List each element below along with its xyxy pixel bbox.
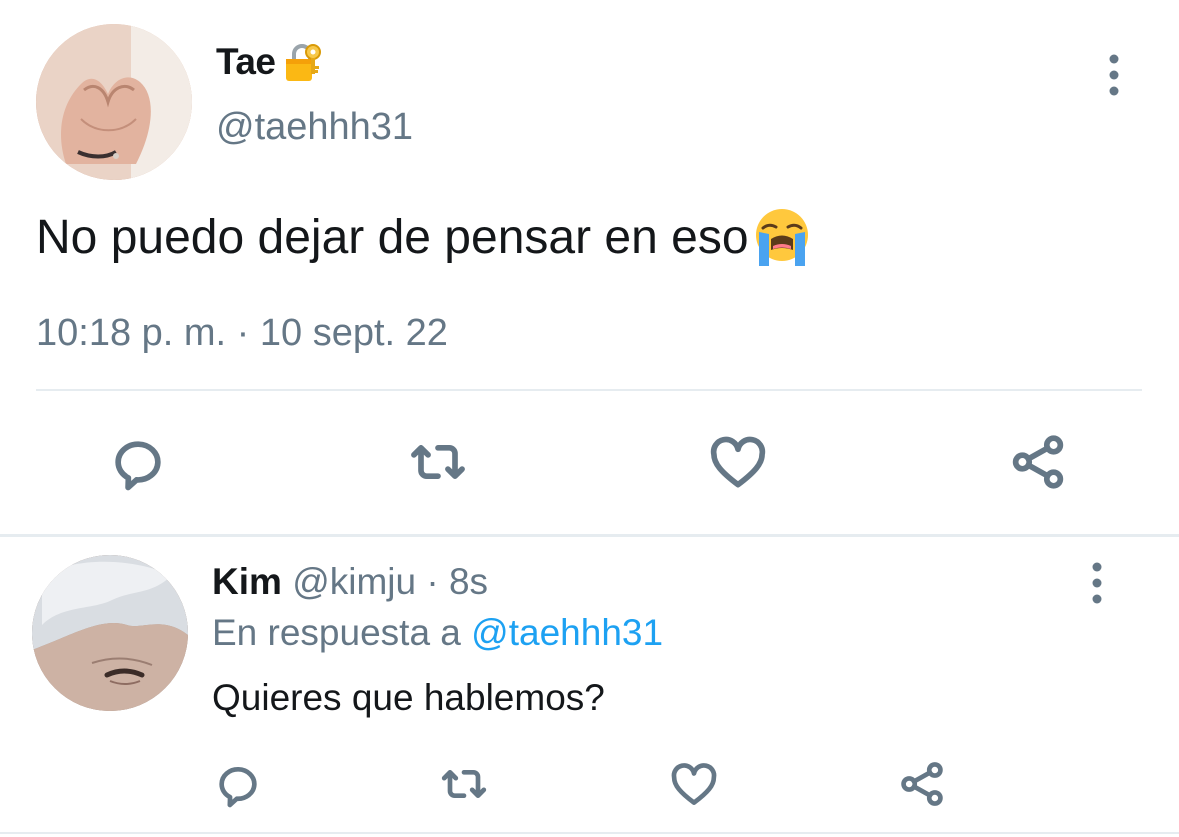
reply-display-name[interactable]: Kim — [212, 561, 282, 602]
like-icon[interactable] — [666, 756, 722, 812]
author-avatar[interactable] — [36, 24, 192, 180]
reply-text: Quieres que hablemos? — [212, 677, 605, 718]
reply-author-avatar[interactable] — [32, 555, 188, 711]
reply-context-prefix: En respuesta a — [212, 612, 461, 653]
share-icon[interactable] — [1004, 428, 1072, 496]
tweet-text-content: No puedo dejar de pensar en eso — [36, 210, 749, 264]
more-options-icon[interactable] — [1082, 561, 1112, 605]
author-handle[interactable]: @taehhh31 — [216, 106, 413, 149]
tweet-timestamp[interactable]: 10:18 p. m. · 10 sept. 22 — [36, 312, 448, 355]
divider — [0, 832, 1179, 834]
share-icon[interactable] — [894, 756, 950, 812]
reply-age: 8s — [448, 561, 489, 602]
more-options-icon[interactable] — [1098, 52, 1130, 98]
thread-divider — [0, 534, 1179, 537]
reply-handle[interactable]: @kimju — [292, 561, 416, 602]
separator-dot: · — [426, 561, 439, 602]
reply-header: Kim @kimju · 8s — [212, 561, 488, 603]
author-display-name[interactable]: Tae — [216, 40, 324, 84]
retweet-icon[interactable] — [404, 428, 472, 496]
tweet-text: No puedo dejar de pensar en eso — [36, 206, 813, 268]
retweet-icon[interactable] — [436, 756, 492, 812]
locked-with-key-emoji — [280, 40, 324, 84]
reply-icon[interactable] — [104, 428, 172, 496]
reply-context: En respuesta a @taehhh31 — [212, 612, 663, 654]
loudly-crying-face-emoji — [751, 206, 813, 268]
divider — [36, 389, 1142, 391]
display-name-text: Tae — [216, 41, 276, 82]
reply-icon[interactable] — [210, 756, 266, 812]
reply-context-mention[interactable]: @taehhh31 — [471, 612, 663, 653]
like-icon[interactable] — [704, 428, 772, 496]
